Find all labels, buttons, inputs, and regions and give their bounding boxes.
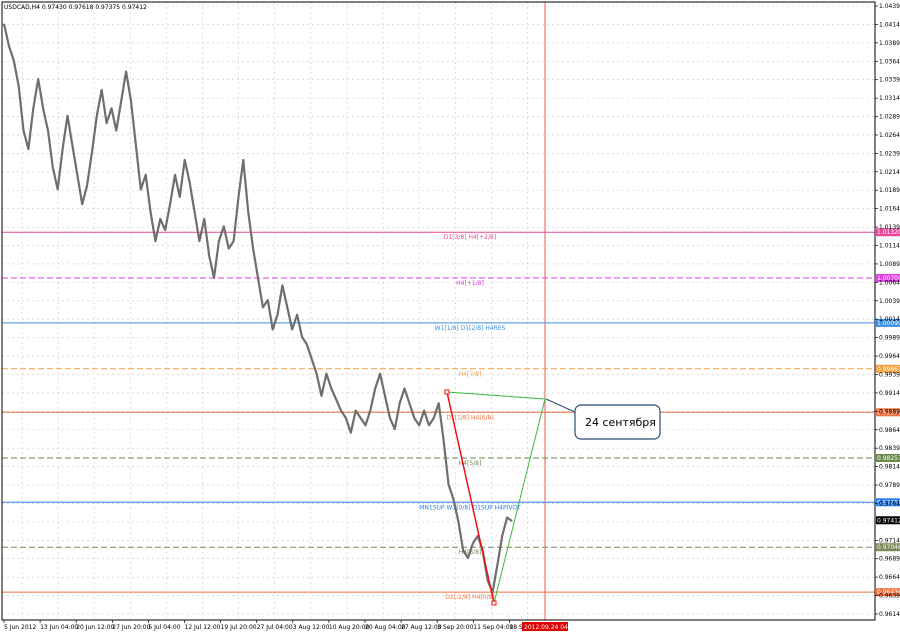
x-tick-label: 27 Jun 20:00	[112, 624, 150, 631]
x-tick-label: 13 Jun 04:00	[40, 624, 78, 631]
y-tick-label: 0.96390	[879, 593, 900, 600]
y-tick-label: 1.04390	[879, 3, 900, 10]
y-tick-label: 0.97140	[879, 537, 900, 544]
level-label: H4[7/8]	[459, 371, 482, 378]
x-tick-label: 10 Aug 20:00	[329, 624, 370, 631]
level-price-tag: 0.97046	[877, 544, 900, 551]
y-tick-label: 0.97640	[879, 500, 900, 507]
x-tick-label: 5 Jul 04:00	[148, 624, 180, 631]
y-tick-label: 1.02890	[879, 114, 900, 121]
y-tick-label: 1.02390	[879, 150, 900, 157]
x-tick-label: 20 Jun 12:00	[76, 624, 114, 631]
y-tick-label: 1.01390	[879, 224, 900, 231]
y-tick-label: 0.98640	[879, 427, 900, 434]
y-tick-label: 1.00140	[879, 316, 900, 323]
y-tick-label: 0.99390	[879, 371, 900, 378]
y-tick-label: 0.96640	[879, 574, 900, 581]
level-label: MN1SUP W1[0/8] D1SUP H4PIVOT	[419, 504, 521, 511]
y-tick-label: 1.03390	[879, 77, 900, 84]
y-tick-label: 1.00390	[879, 298, 900, 305]
y-tick-label: 1.04140	[879, 21, 900, 28]
x-tick-label: 11 Sep 04:00	[473, 624, 513, 631]
level-price-tag: 0.98257	[877, 455, 900, 462]
y-tick-label: 1.03640	[879, 58, 900, 65]
chart-root[interactable]: D1[3/8] H4[+2/8] 1.01320 H4[+1/8] 1.00700 W1…	[0, 0, 900, 632]
level-label: D1[3/8] H4[+2/8]	[444, 234, 496, 241]
x-cursor-label: 2012.09.24 04:00	[524, 624, 578, 631]
y-tick-label: 0.99890	[879, 335, 900, 342]
y-tick-label: 0.97890	[879, 482, 900, 489]
y-tick-label: 0.99140	[879, 390, 900, 397]
x-tick-label: 27 Aug 12:00	[401, 624, 442, 631]
pattern-point	[491, 600, 497, 606]
pattern-point	[444, 389, 450, 395]
symbol-info: USDCAD,H4 0.97430 0.97618 0.97375 0.9741…	[4, 4, 147, 11]
chart-background	[0, 0, 900, 632]
level-label: H4[+1/8]	[456, 280, 484, 287]
y-tick-label: 1.01140	[879, 243, 900, 250]
level-label: W1[1/8] D1[2/8] H4RES	[435, 325, 506, 332]
x-tick-label: 3 Aug 12:00	[293, 624, 330, 631]
y-tick-label: 1.02640	[879, 132, 900, 139]
y-tick-label: 1.01640	[879, 206, 900, 213]
x-tick-label: 3 Sep 20:00	[437, 624, 473, 631]
price-chart[interactable]: D1[3/8] H4[+2/8]1.01320H4[+1/8]1.00700W1…	[0, 0, 900, 632]
y-tick-label: 1.00640	[879, 279, 900, 286]
x-tick-label: 5 Jun 2012	[4, 624, 36, 631]
x-tick-label: 27 Jul 04:00	[257, 624, 293, 631]
y-tick-label: 0.98390	[879, 445, 900, 452]
x-tick-label: 20 Aug 04:00	[365, 624, 406, 631]
y-tick-label: 1.02140	[879, 169, 900, 176]
y-tick-label: 0.98890	[879, 408, 900, 415]
y-tick-label: 1.01890	[879, 187, 900, 194]
y-tick-label: 0.96890	[879, 556, 900, 563]
y-tick-label: 0.96140	[879, 611, 900, 618]
y-tick-label: 0.98140	[879, 464, 900, 471]
x-tick-label: 12 Jul 12:00	[185, 624, 221, 631]
x-tick-label: 19 Jul 20:00	[221, 624, 257, 631]
y-tick-label: 1.03890	[879, 40, 900, 47]
y-tick-label: 1.03140	[879, 95, 900, 102]
level-label: D1[-1/8] H4[0/8]	[445, 594, 495, 601]
callout-text: 24 сентября	[585, 416, 656, 429]
y-tick-label: 1.00890	[879, 261, 900, 268]
y-tick-label: 0.99640	[879, 353, 900, 360]
current-price-label: 0.97412	[877, 517, 900, 524]
